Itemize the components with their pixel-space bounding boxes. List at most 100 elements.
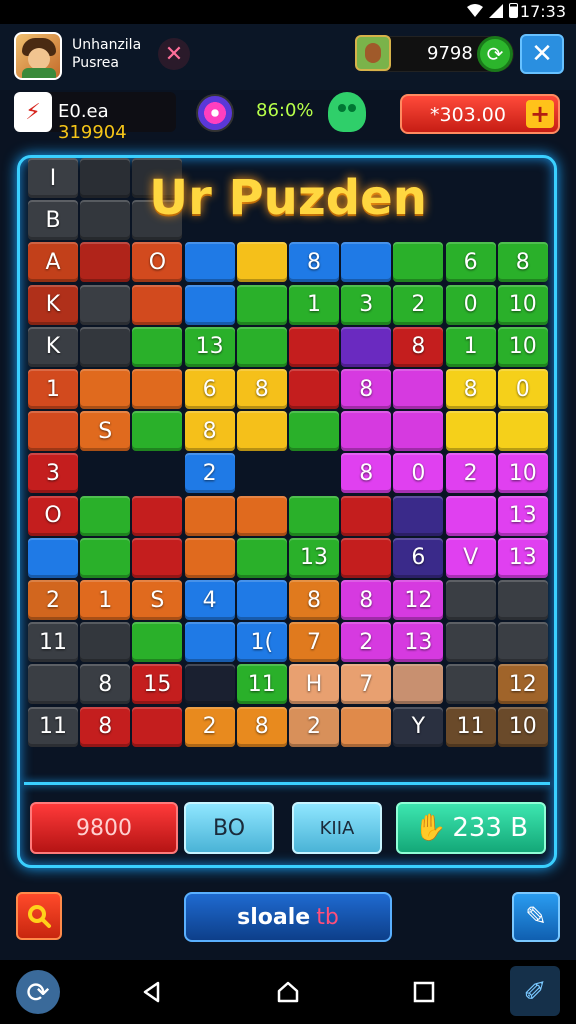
puzzle-tile[interactable]: [132, 326, 183, 367]
puzzle-tile[interactable]: [236, 580, 287, 620]
red-action-button[interactable]: 9800: [30, 802, 178, 854]
puzzle-tile[interactable]: [341, 242, 392, 283]
green-action-button[interactable]: ✋ 233 B: [396, 802, 546, 854]
puzzle-tile[interactable]: B: [28, 200, 78, 241]
puzzle-tile[interactable]: 13: [184, 326, 235, 367]
puzzle-tile[interactable]: 1: [28, 369, 78, 409]
puzzle-tile[interactable]: [393, 411, 444, 452]
puzzle-tile[interactable]: [28, 537, 78, 578]
puzzle-tile[interactable]: [80, 200, 131, 241]
puzzle-tile[interactable]: [132, 622, 183, 663]
puzzle-tile[interactable]: [80, 326, 131, 367]
puzzle-tile[interactable]: 10: [497, 706, 548, 747]
search-button[interactable]: [16, 892, 62, 940]
tool-icon[interactable]: ✐: [510, 966, 560, 1016]
puzzle-tile[interactable]: [80, 622, 131, 663]
puzzle-tile[interactable]: [28, 411, 78, 452]
puzzle-tile[interactable]: 7: [341, 664, 392, 705]
puzzle-tile[interactable]: 8: [497, 242, 548, 283]
puzzle-tile[interactable]: 1: [445, 326, 496, 367]
blue-action-button-2[interactable]: KIIA: [292, 802, 382, 854]
puzzle-tile[interactable]: 3: [341, 284, 392, 325]
puzzle-tile[interactable]: [393, 369, 444, 409]
back-icon[interactable]: [132, 974, 172, 1010]
puzzle-tile[interactable]: [80, 537, 131, 578]
refresh-icon[interactable]: ⟳: [477, 36, 513, 72]
puzzle-tile[interactable]: 8: [341, 453, 392, 494]
puzzle-tile[interactable]: S: [132, 580, 183, 620]
puzzle-tile[interactable]: 8: [289, 580, 339, 620]
puzzle-tile[interactable]: I: [28, 158, 78, 198]
puzzle-tile[interactable]: 0: [497, 369, 548, 409]
puzzle-tile[interactable]: 6: [184, 369, 235, 409]
puzzle-tile[interactable]: 8: [341, 369, 392, 409]
puzzle-tile[interactable]: 8: [393, 326, 444, 367]
puzzle-tile[interactable]: [132, 200, 183, 241]
puzzle-tile[interactable]: 0: [445, 284, 496, 325]
puzzle-tile[interactable]: 8: [236, 706, 287, 747]
puzzle-tile[interactable]: [184, 242, 235, 283]
puzzle-tile[interactable]: [80, 284, 131, 325]
puzzle-tile[interactable]: [341, 411, 392, 452]
puzzle-tile[interactable]: 11: [236, 664, 287, 705]
puzzle-tile[interactable]: S: [80, 411, 131, 452]
puzzle-tile[interactable]: [289, 326, 339, 367]
monster-icon[interactable]: [328, 92, 366, 132]
puzzle-tile[interactable]: [393, 242, 444, 283]
puzzle-tile[interactable]: 8: [341, 580, 392, 620]
puzzle-tile[interactable]: H: [289, 664, 339, 705]
puzzle-tile[interactable]: [289, 369, 339, 409]
puzzle-tile[interactable]: [132, 284, 183, 325]
edit-pen-icon[interactable]: ✎: [512, 892, 560, 942]
puzzle-tile[interactable]: [184, 495, 235, 536]
puzzle-tile[interactable]: [132, 495, 183, 536]
blue-action-button-1[interactable]: BO: [184, 802, 274, 854]
main-play-button[interactable]: sloale tb: [184, 892, 392, 942]
puzzle-tile[interactable]: 7: [289, 622, 339, 663]
puzzle-tile[interactable]: 13: [289, 537, 339, 578]
puzzle-tile[interactable]: [132, 411, 183, 452]
puzzle-tile[interactable]: 12: [497, 664, 548, 705]
puzzle-tile[interactable]: O: [132, 242, 183, 283]
puzzle-tile[interactable]: [236, 326, 287, 367]
puzzle-tile[interactable]: 1: [289, 284, 339, 325]
puzzle-tile[interactable]: 1: [80, 580, 131, 620]
puzzle-tile[interactable]: 3: [28, 453, 78, 494]
puzzle-tile[interactable]: 15: [132, 664, 183, 705]
puzzle-tile[interactable]: [236, 284, 287, 325]
disc-icon[interactable]: [196, 94, 234, 132]
puzzle-tile[interactable]: [497, 622, 548, 663]
puzzle-tile[interactable]: 2: [445, 453, 496, 494]
puzzle-tile[interactable]: 11: [28, 706, 78, 747]
puzzle-tile[interactable]: [341, 495, 392, 536]
puzzle-tile[interactable]: 8: [80, 706, 131, 747]
player-avatar[interactable]: [14, 32, 62, 80]
puzzle-tile[interactable]: [132, 158, 183, 198]
puzzle-tile[interactable]: [289, 411, 339, 452]
puzzle-tile[interactable]: 4: [184, 580, 235, 620]
puzzle-tile[interactable]: 6: [393, 537, 444, 578]
puzzle-tile[interactable]: K: [28, 326, 78, 367]
puzzle-tile[interactable]: [236, 537, 287, 578]
puzzle-tile[interactable]: 8: [289, 242, 339, 283]
puzzle-tile[interactable]: [497, 580, 548, 620]
puzzle-tile[interactable]: [289, 495, 339, 536]
puzzle-tile[interactable]: [132, 369, 183, 409]
puzzle-tile[interactable]: 11: [28, 622, 78, 663]
puzzle-tile[interactable]: [80, 369, 131, 409]
puzzle-tile[interactable]: [393, 664, 444, 705]
puzzle-tile[interactable]: O: [28, 495, 78, 536]
puzzle-tile[interactable]: [132, 537, 183, 578]
puzzle-tile[interactable]: [393, 495, 444, 536]
puzzle-tile[interactable]: 2: [28, 580, 78, 620]
puzzle-tile[interactable]: [28, 664, 78, 705]
puzzle-tile[interactable]: 10: [497, 326, 548, 367]
puzzle-tile[interactable]: 1(: [236, 622, 287, 663]
close-button[interactable]: ✕: [520, 34, 564, 74]
puzzle-tile[interactable]: [80, 158, 131, 198]
puzzle-tile[interactable]: 12: [393, 580, 444, 620]
puzzle-tile[interactable]: 2: [341, 622, 392, 663]
puzzle-tile[interactable]: [236, 495, 287, 536]
puzzle-tile[interactable]: [445, 411, 496, 452]
puzzle-tile[interactable]: 8: [184, 411, 235, 452]
